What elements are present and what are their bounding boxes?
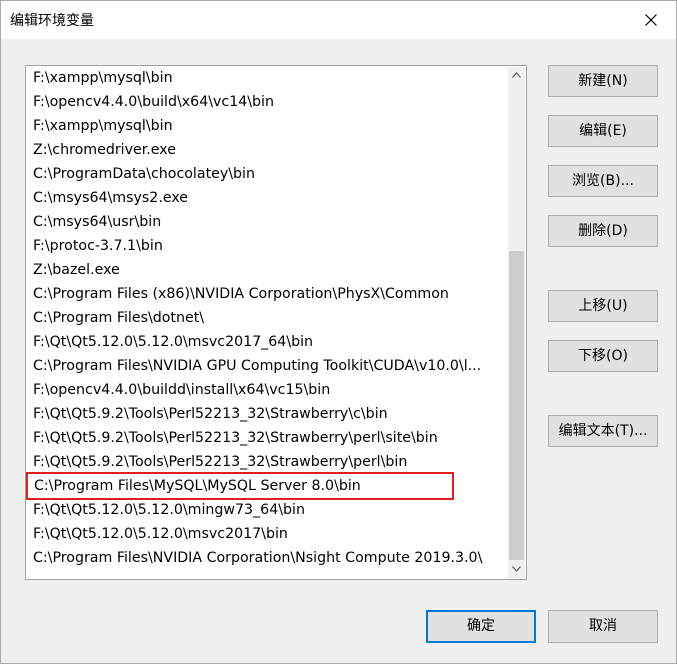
- list-item[interactable]: F:\protoc-3.7.1\bin: [33, 234, 509, 258]
- list-item[interactable]: C:\Program Files\MySQL\MySQL Server 8.0\…: [26, 472, 454, 500]
- title-bar: 编辑环境变量: [1, 1, 676, 39]
- edit-env-variable-dialog: 编辑环境变量 F:\xampp\mysql\bin F:\opencv4.4.0\…: [0, 0, 677, 664]
- edit-text-button[interactable]: 编辑文本(T)...: [548, 415, 658, 447]
- list-item[interactable]: F:\Qt\Qt5.12.0\5.12.0\mingw73_64\bin: [33, 498, 509, 522]
- path-list[interactable]: F:\xampp\mysql\bin F:\opencv4.4.0\build\x…: [25, 65, 527, 580]
- window-title: 编辑环境变量: [10, 13, 94, 29]
- list-item[interactable]: F:\opencv4.4.0\buildd\install\x64\vc15\b…: [33, 378, 509, 402]
- scroll-thumb[interactable]: [509, 251, 524, 560]
- list-item[interactable]: Z:\bazel.exe: [33, 258, 509, 282]
- close-icon: [645, 14, 657, 26]
- list-item[interactable]: C:\msys64\usr\bin: [33, 210, 509, 234]
- move-up-button[interactable]: 上移(U): [548, 290, 658, 322]
- list-item[interactable]: C:\Program Files\dotnet\: [33, 306, 509, 330]
- cancel-button[interactable]: 取消: [548, 610, 658, 643]
- chevron-down-icon: [512, 566, 521, 572]
- list-item[interactable]: C:\Program Files\NVIDIA GPU Computing To…: [33, 354, 509, 378]
- browse-button[interactable]: 浏览(B)...: [548, 165, 658, 197]
- list-item[interactable]: C:\Program Files\NVIDIA Corporation\Nsig…: [33, 546, 509, 570]
- list-item[interactable]: F:\Qt\Qt5.12.0\5.12.0\msvc2017_64\bin: [33, 330, 509, 354]
- scroll-up-button[interactable]: [508, 67, 525, 84]
- move-down-button[interactable]: 下移(O): [548, 340, 658, 372]
- list-item[interactable]: F:\xampp\mysql\bin: [33, 114, 509, 138]
- list-item[interactable]: F:\opencv4.4.0\build\x64\vc14\bin: [33, 90, 509, 114]
- list-item[interactable]: Z:\chromedriver.exe: [33, 138, 509, 162]
- edit-button[interactable]: 编辑(E): [548, 115, 658, 147]
- list-item[interactable]: F:\xampp\mysql\bin: [33, 66, 509, 90]
- list-item[interactable]: F:\Qt\Qt5.9.2\Tools\Perl52213_32\Strawbe…: [33, 450, 509, 474]
- scroll-down-button[interactable]: [508, 561, 525, 578]
- list-item[interactable]: C:\msys64\msys2.exe: [33, 186, 509, 210]
- list-item[interactable]: F:\Qt\Qt5.9.2\Tools\Perl52213_32\Strawbe…: [33, 402, 509, 426]
- chevron-up-icon: [512, 72, 521, 78]
- list-item[interactable]: F:\Qt\Qt5.12.0\5.12.0\msvc2017\bin: [33, 522, 509, 546]
- vertical-scrollbar[interactable]: [508, 67, 525, 578]
- ok-button[interactable]: 确定: [426, 610, 536, 643]
- new-button[interactable]: 新建(N): [548, 65, 658, 97]
- close-button[interactable]: [632, 4, 670, 36]
- list-item[interactable]: C:\ProgramData\chocolatey\bin: [33, 162, 509, 186]
- delete-button[interactable]: 删除(D): [548, 215, 658, 247]
- list-item[interactable]: C:\Program Files (x86)\NVIDIA Corporatio…: [33, 282, 509, 306]
- list-item[interactable]: F:\Qt\Qt5.9.2\Tools\Perl52213_32\Strawbe…: [33, 426, 509, 450]
